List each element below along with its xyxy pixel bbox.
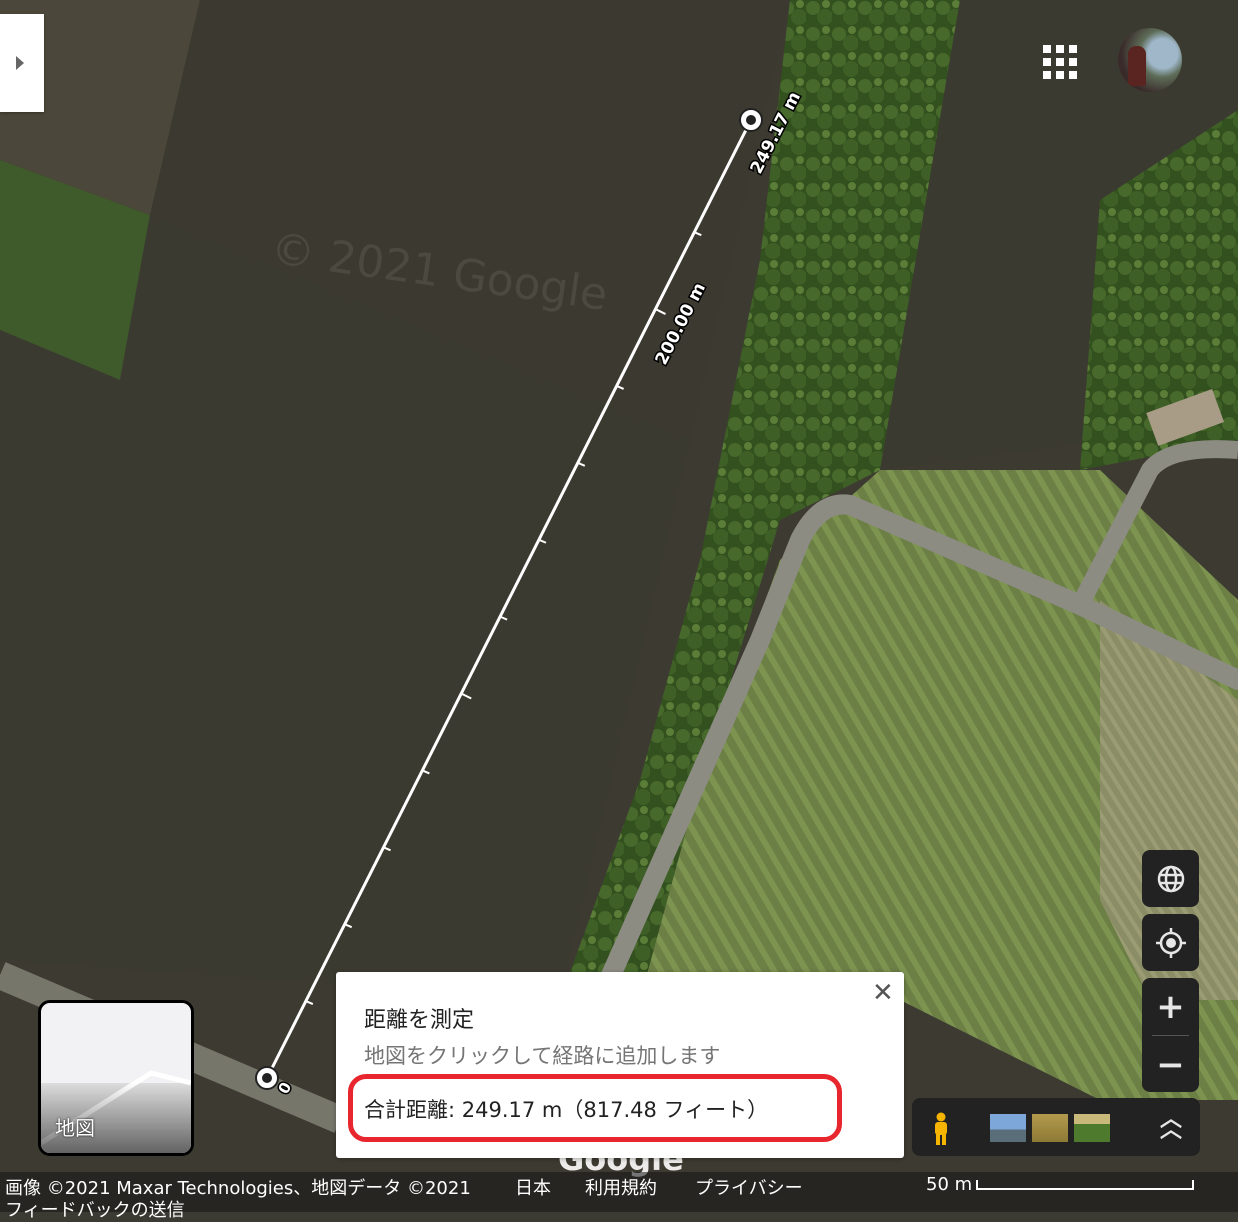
pegman-icon[interactable]	[930, 1112, 952, 1146]
scale-bar	[976, 1180, 1194, 1190]
map-type-toggle[interactable]: 地図	[38, 1000, 194, 1156]
side-panel-toggle-button[interactable]	[0, 14, 44, 112]
region-link[interactable]: 日本	[515, 1174, 551, 1200]
imagery-thumbnail-2[interactable]	[1032, 1114, 1068, 1142]
globe-view-button[interactable]	[1142, 850, 1199, 907]
scale-label[interactable]: 50 m	[926, 1174, 972, 1195]
globe-icon	[1157, 865, 1184, 892]
apps-grid-icon	[1043, 45, 1051, 53]
map-footer: 画像 ©2021 Maxar Technologies、地図データ ©2021 …	[0, 1172, 1238, 1221]
highlight-annotation	[348, 1074, 842, 1142]
google-apps-button[interactable]	[1040, 42, 1080, 82]
zoom-out-button[interactable]: −	[1142, 1036, 1199, 1093]
minimap-label: 地図	[55, 1116, 95, 1140]
account-avatar[interactable]	[1118, 28, 1182, 92]
privacy-link[interactable]: プライバシー	[695, 1174, 803, 1200]
measure-card-instruction: 地図をクリックして経路に追加します	[364, 1044, 721, 1068]
close-icon[interactable]: ✕	[872, 980, 894, 1006]
chevron-right-icon	[16, 56, 24, 70]
my-location-icon	[1155, 927, 1186, 958]
imagery-thumbnail-1[interactable]	[990, 1114, 1026, 1142]
double-chevron-up-icon[interactable]: ︿ ︿	[1160, 1109, 1182, 1142]
zoom-in-button[interactable]: +	[1142, 978, 1199, 1035]
layers-strip: ︿ ︿	[912, 1098, 1200, 1156]
zoom-controls: + −	[1142, 978, 1199, 1092]
terms-link[interactable]: 利用規約	[585, 1174, 657, 1200]
feedback-link[interactable]: フィードバックの送信	[5, 1196, 185, 1222]
measure-card-title: 距離を測定	[364, 1008, 475, 1033]
my-location-button[interactable]	[1142, 914, 1199, 971]
imagery-thumbnail-3[interactable]	[1074, 1114, 1110, 1142]
